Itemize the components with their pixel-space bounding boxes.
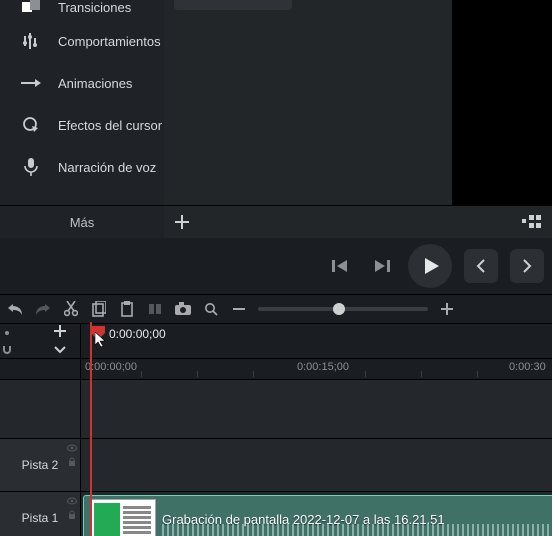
clip-thumbnail	[90, 499, 156, 536]
track-header[interactable]: Pista 2	[0, 439, 81, 491]
track-header[interactable]: Pista 1	[0, 492, 81, 536]
add-media-button[interactable]	[174, 214, 190, 230]
sidebar-item-animations[interactable]: Animaciones	[0, 62, 164, 104]
split-button[interactable]	[146, 300, 164, 318]
prev-marker-button[interactable]	[464, 249, 498, 283]
zoom-in-button[interactable]	[438, 300, 456, 318]
transport-bar	[0, 238, 552, 294]
playhead-line[interactable]	[90, 322, 92, 536]
dot-icon	[2, 328, 12, 338]
sidebar-more-label: Más	[70, 215, 95, 230]
timeline-toolbar	[0, 294, 552, 324]
canvas-layout-button[interactable]	[522, 215, 542, 229]
zoom-slider[interactable]	[258, 307, 428, 311]
collapse-tracks-button[interactable]	[54, 342, 66, 357]
cursor-effects-icon	[20, 116, 42, 134]
zoom-slider-thumb[interactable]	[333, 303, 345, 315]
eye-icon[interactable]	[67, 496, 77, 506]
lock-icon[interactable]	[67, 510, 77, 520]
microphone-icon	[20, 158, 42, 176]
undo-button[interactable]	[6, 300, 24, 318]
mouse-cursor-icon	[95, 332, 107, 351]
sidebar-more-button[interactable]: Más	[0, 205, 164, 238]
sidebar-item-label: Comportamientos	[58, 34, 161, 49]
track-gap	[0, 380, 552, 439]
copy-button[interactable]	[90, 300, 108, 318]
current-timecode: 0:00:00;00	[109, 327, 166, 341]
step-back-button[interactable]	[320, 247, 358, 285]
magnet-icon[interactable]	[2, 345, 12, 355]
sidebar-item-label: Transiciones	[58, 0, 131, 15]
media-chip[interactable]	[174, 0, 292, 10]
add-track-button[interactable]	[54, 325, 66, 340]
track-name: Pista 2	[22, 458, 59, 472]
canvas-area[interactable]	[164, 0, 552, 205]
sidebar-item-transitions[interactable]: Transiciones	[0, 0, 164, 20]
animations-icon	[20, 78, 42, 88]
next-marker-button[interactable]	[510, 249, 544, 283]
timeline-clip[interactable]: Grabación de pantalla 2022-12-07 a las 1…	[83, 495, 552, 536]
clip-waveform	[162, 524, 552, 536]
track-name: Pista 1	[22, 511, 59, 525]
redo-button[interactable]	[34, 300, 52, 318]
effects-sidebar: Transiciones Comportamientos Animaciones…	[0, 0, 164, 238]
track-lane[interactable]: Grabación de pantalla 2022-12-07 a las 1…	[81, 492, 552, 536]
track-lane[interactable]	[81, 439, 552, 491]
eye-icon[interactable]	[67, 443, 77, 453]
timeline-ruler[interactable]: 0:00:00;00 0:00:15;00 0:00:30	[0, 359, 552, 380]
behaviors-icon	[20, 33, 42, 49]
canvas-toolbar	[164, 205, 552, 238]
lock-icon[interactable]	[67, 457, 77, 467]
zoom-button[interactable]	[202, 300, 220, 318]
track-row: Pista 1 Grabación de pantalla 2022-12-07…	[0, 492, 552, 536]
tracks-area: Pista 2 Pista 1 Grabación de pantalla 20…	[0, 380, 552, 536]
sidebar-item-label: Animaciones	[58, 76, 132, 91]
timecode-strip: 0:00:00;00	[0, 324, 552, 359]
cut-button[interactable]	[62, 300, 80, 318]
paste-button[interactable]	[118, 300, 136, 318]
snapshot-button[interactable]	[174, 300, 192, 318]
ruler-tick-label: 0:00:00;00	[85, 361, 137, 373]
sidebar-item-cursor-effects[interactable]: Efectos del cursor	[0, 104, 164, 146]
sidebar-item-label: Narración de voz	[58, 160, 156, 175]
zoom-out-button[interactable]	[230, 300, 248, 318]
step-forward-button[interactable]	[364, 247, 402, 285]
ruler-tick-label: 0:00:30	[509, 361, 546, 373]
sidebar-item-label: Efectos del cursor	[58, 118, 162, 133]
transitions-icon	[20, 0, 42, 14]
ruler-tick-label: 0:00:15;00	[297, 361, 349, 373]
sidebar-item-voice-narration[interactable]: Narración de voz	[0, 146, 164, 188]
play-button[interactable]	[408, 244, 452, 288]
video-preview[interactable]	[452, 0, 552, 205]
sidebar-item-behaviors[interactable]: Comportamientos	[0, 20, 164, 62]
track-row: Pista 2	[0, 439, 552, 492]
